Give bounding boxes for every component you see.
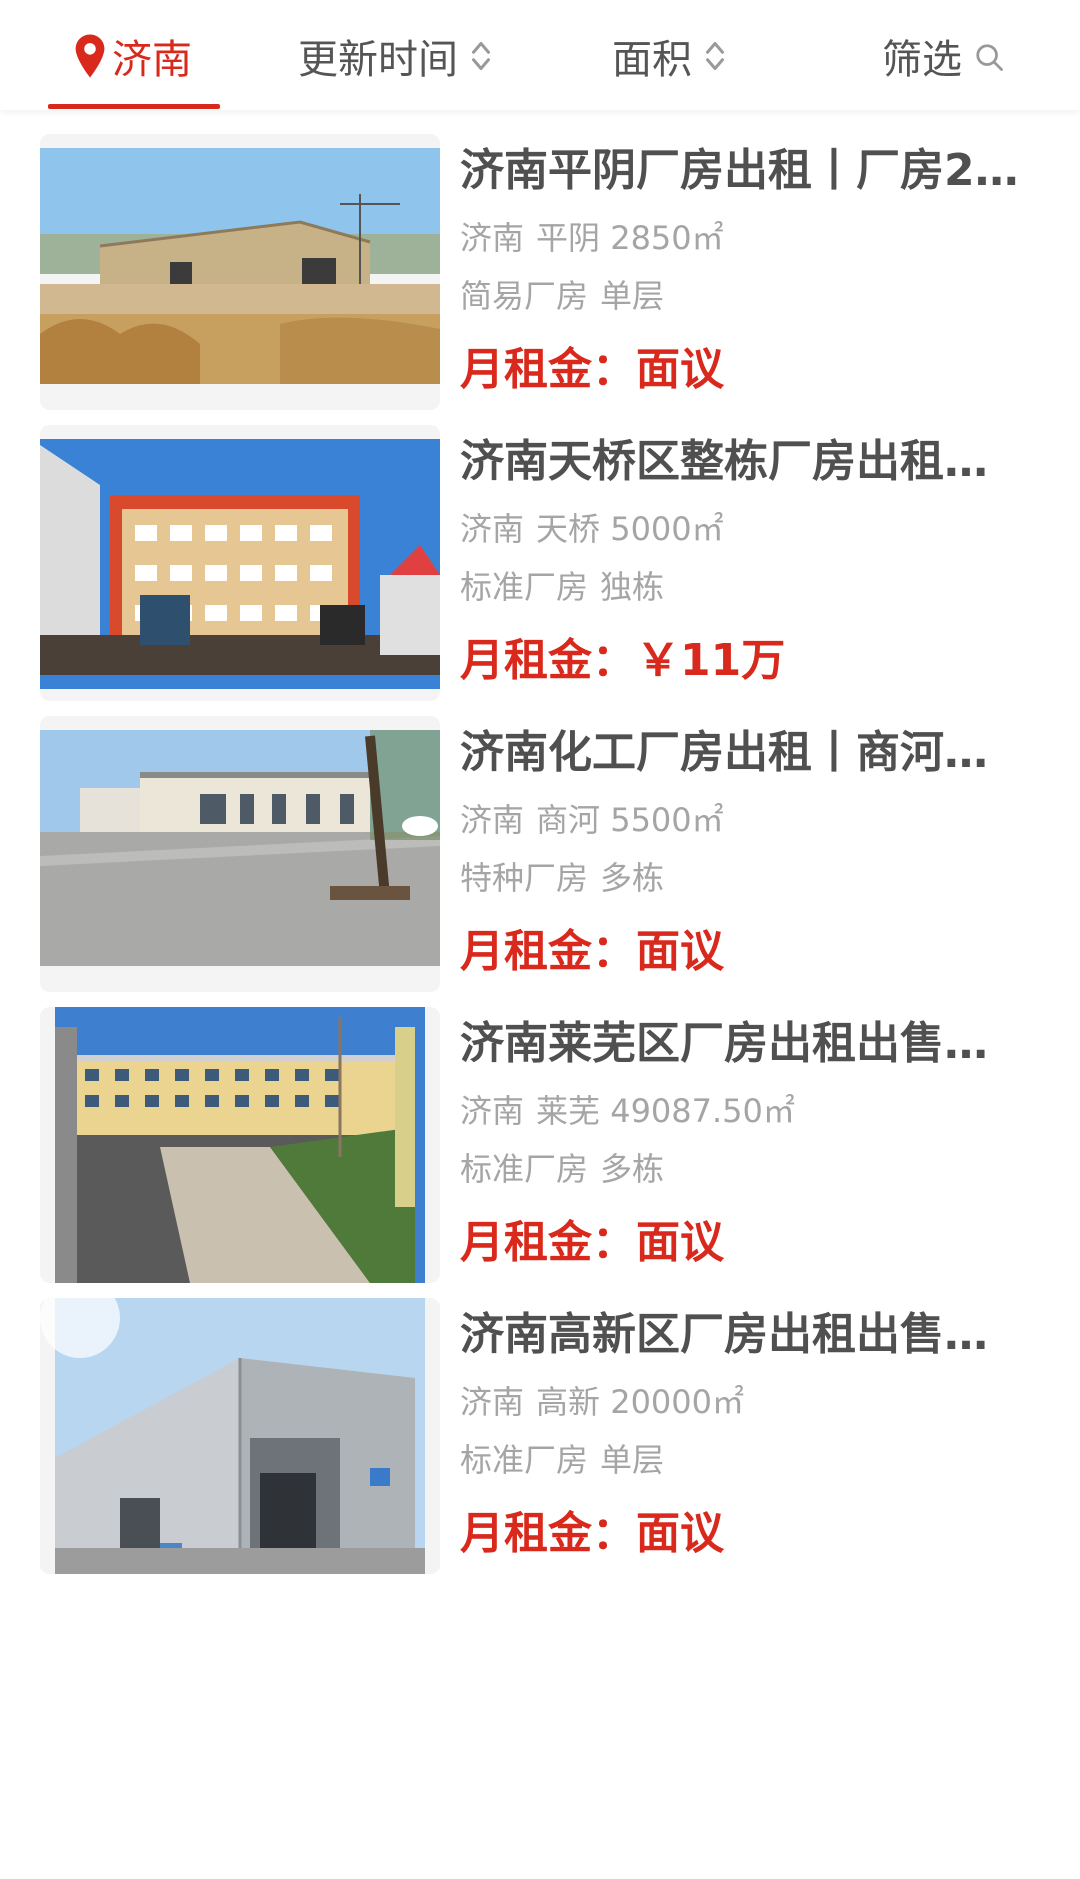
listing-photo [40, 1298, 440, 1574]
listing-price: 月租金：面议 [460, 338, 1040, 402]
listing-floors: 单层 [600, 1441, 665, 1479]
price-value: 面议 [636, 926, 724, 977]
listing-location: 济南 莱芜 49087.50㎡ [460, 1083, 1040, 1139]
sort-time-label: 更新时间 [298, 37, 458, 83]
listing-district: 平阴 [536, 219, 601, 257]
listing-title[interactable]: 济南高新区厂房出租出售… [460, 1300, 1030, 1370]
listing-photo [40, 134, 440, 410]
listing-floors: 独栋 [600, 568, 665, 606]
listing-district: 高新 [536, 1383, 601, 1421]
listing-card[interactable]: 济南莱芜区厂房出租出售… 济南 莱芜 49087.50㎡ 标准厂房 多栋 月租金：面… [0, 983, 1080, 1283]
listing-info: 济南化工厂房出租丨商河… 济南 商河 5500㎡ 特种厂房 多栋 月租金：面议 [460, 718, 1040, 984]
price-value: 面议 [636, 344, 724, 395]
location-pin-icon [75, 34, 105, 78]
sort-by-update-time[interactable]: 更新时间 [298, 28, 494, 84]
price-label: 月租金： [460, 926, 636, 977]
listing-title[interactable]: 济南莱芜区厂房出租出售… [460, 1009, 1030, 1079]
listing-photo [40, 716, 440, 992]
sort-area-label: 面积 [612, 37, 692, 83]
listing-card[interactable]: 济南高新区厂房出租出售… 济南 高新 20000㎡ 标准厂房 单层 月租金：面议 [0, 1274, 1080, 1574]
listing-location: 济南 高新 20000㎡ [460, 1374, 1040, 1430]
listing-price: 月租金：面议 [460, 1211, 1040, 1275]
listing-city: 济南 [460, 1092, 525, 1130]
listing-info: 济南天桥区整栋厂房出租… 济南 天桥 5000㎡ 标准厂房 独栋 月租金：￥11万 [460, 427, 1040, 693]
listing-city: 济南 [460, 801, 525, 839]
sort-by-area[interactable]: 面积 [612, 28, 728, 84]
price-label: 月租金： [460, 1508, 636, 1559]
listing-city: 济南 [460, 219, 525, 257]
listing-floors: 单层 [600, 277, 665, 315]
listing-page: 济南 更新时间 面积 筛选 济南平阴厂房出租丨厂房2… 济南 平阴 2850㎡ … [0, 0, 1080, 1879]
city-filter-label: 济南 [112, 37, 192, 83]
listing-area: 2850㎡ [610, 219, 724, 257]
sort-arrows-icon [706, 42, 724, 70]
listing-tags: 简易厂房 单层 [460, 266, 1040, 326]
price-value: 面议 [636, 1508, 724, 1559]
listing-tags: 标准厂房 独栋 [460, 557, 1040, 617]
listing-type: 特种厂房 [460, 859, 589, 897]
filter-bar: 济南 更新时间 面积 筛选 [0, 0, 1080, 110]
listing-area: 20000㎡ [610, 1383, 745, 1421]
price-label: 月租金： [460, 635, 636, 686]
price-label: 月租金： [460, 344, 636, 395]
listing-district: 莱芜 [536, 1092, 601, 1130]
listing-photo [40, 425, 440, 701]
listing-tags: 特种厂房 多栋 [460, 848, 1040, 908]
listing-city: 济南 [460, 1383, 525, 1421]
listing-title[interactable]: 济南平阴厂房出租丨厂房2… [460, 136, 1030, 206]
listing-tags: 标准厂房 单层 [460, 1430, 1040, 1490]
listing-floors: 多栋 [600, 859, 665, 897]
listing-floors: 多栋 [600, 1150, 665, 1188]
search-icon [976, 44, 1003, 71]
active-tab-indicator [48, 104, 220, 109]
price-value: ￥11万 [636, 635, 786, 686]
listing-type: 标准厂房 [460, 568, 589, 606]
listing-area: 5500㎡ [610, 801, 724, 839]
listing-card[interactable]: 济南化工厂房出租丨商河… 济南 商河 5500㎡ 特种厂房 多栋 月租金：面议 [0, 692, 1080, 992]
listing-type: 标准厂房 [460, 1441, 589, 1479]
listing-city: 济南 [460, 510, 525, 548]
price-label: 月租金： [460, 1217, 636, 1268]
listing-price: 月租金：面议 [460, 1502, 1040, 1566]
screen-filter-button[interactable]: 筛选 [882, 28, 1004, 84]
sort-arrows-icon [472, 42, 490, 70]
screen-filter-label: 筛选 [882, 37, 962, 83]
listing-card[interactable]: 济南天桥区整栋厂房出租… 济南 天桥 5000㎡ 标准厂房 独栋 月租金：￥11万 [0, 401, 1080, 701]
listing-type: 标准厂房 [460, 1150, 589, 1188]
listing-type: 简易厂房 [460, 277, 589, 315]
listing-location: 济南 平阴 2850㎡ [460, 210, 1040, 266]
city-filter[interactable]: 济南 [72, 28, 192, 84]
listing-info: 济南平阴厂房出租丨厂房2… 济南 平阴 2850㎡ 简易厂房 单层 月租金：面议 [460, 136, 1040, 402]
listing-district: 商河 [536, 801, 601, 839]
price-value: 面议 [636, 1217, 724, 1268]
listing-title[interactable]: 济南化工厂房出租丨商河… [460, 718, 1030, 788]
listing-area: 49087.50㎡ [610, 1092, 795, 1130]
listing-area: 5000㎡ [610, 510, 724, 548]
listing-price: 月租金：面议 [460, 920, 1040, 984]
listing-location: 济南 天桥 5000㎡ [460, 501, 1040, 557]
listing-location: 济南 商河 5500㎡ [460, 792, 1040, 848]
listing-info: 济南莱芜区厂房出租出售… 济南 莱芜 49087.50㎡ 标准厂房 多栋 月租金：面… [460, 1009, 1040, 1275]
listing-price: 月租金：￥11万 [460, 629, 1040, 693]
listing-card[interactable]: 济南平阴厂房出租丨厂房2… 济南 平阴 2850㎡ 简易厂房 单层 月租金：面议 [0, 110, 1080, 410]
listing-tags: 标准厂房 多栋 [460, 1139, 1040, 1199]
listing-photo [40, 1007, 440, 1283]
listing-title[interactable]: 济南天桥区整栋厂房出租… [460, 427, 1030, 497]
listing-info: 济南高新区厂房出租出售… 济南 高新 20000㎡ 标准厂房 单层 月租金：面议 [460, 1300, 1040, 1566]
listing-district: 天桥 [536, 510, 601, 548]
